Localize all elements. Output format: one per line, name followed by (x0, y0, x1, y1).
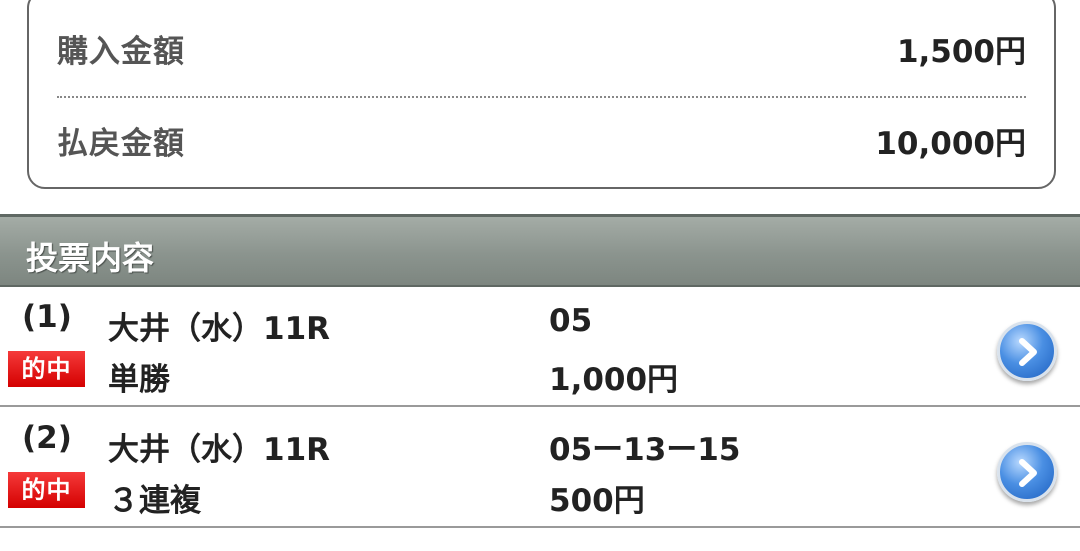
purchase-amount-label: 購入金額 (57, 33, 185, 70)
hit-badge: 的中 (8, 351, 85, 387)
bet-row[interactable]: (2) 的中 大井（水）11R ３連複 05ー13ー15 500円 (0, 408, 1080, 528)
bet-amount: 1,000円 (549, 362, 679, 398)
bet-amount: 500円 (549, 483, 645, 519)
bet-numbers: 05 (549, 303, 593, 339)
race-name: 大井（水）11R (108, 432, 331, 468)
bet-index: (2) (22, 420, 72, 456)
bet-row[interactable]: (1) 的中 大井（水）11R 単勝 05 1,000円 (0, 287, 1080, 407)
bet-type: 単勝 (108, 362, 170, 398)
bet-numbers: 05ー13ー15 (549, 432, 741, 468)
bet-type: ３連複 (108, 483, 201, 519)
summary-divider (57, 96, 1026, 98)
purchase-amount-row: 購入金額 1,500円 (57, 18, 1026, 78)
chevron-right-icon[interactable] (997, 442, 1057, 502)
bet-contents-header: 投票内容 (0, 214, 1080, 287)
purchase-amount-value: 1,500円 (896, 33, 1026, 70)
hit-badge: 的中 (8, 472, 85, 508)
summary-panel: 購入金額 1,500円 払戻金額 10,000円 (27, 0, 1056, 189)
payout-amount-label: 払戻金額 (57, 125, 185, 162)
payout-amount-value: 10,000円 (875, 125, 1026, 162)
payout-amount-row: 払戻金額 10,000円 (57, 110, 1026, 170)
bet-index: (1) (22, 299, 72, 335)
section-title: 投票内容 (26, 239, 155, 277)
chevron-right-icon[interactable] (997, 321, 1057, 381)
race-name: 大井（水）11R (108, 311, 331, 347)
